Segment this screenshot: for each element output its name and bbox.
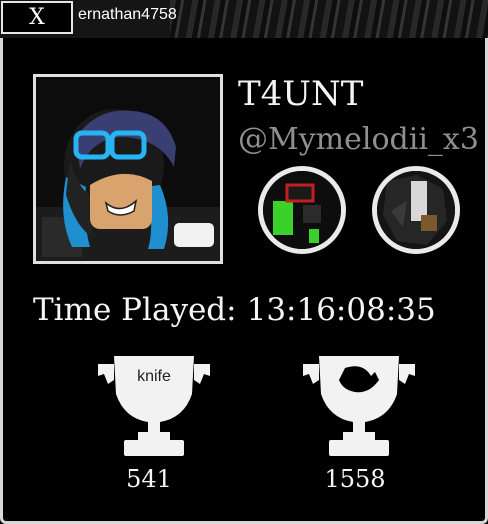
knife-kills-count: 541 (126, 465, 172, 493)
skin-1-image (263, 171, 341, 249)
close-button[interactable]: X (1, 1, 73, 34)
trophy-knife-icon: knife (94, 350, 214, 460)
top-bar-texture (170, 0, 488, 38)
time-played: Time Played: 13:16:08:35 (33, 292, 436, 328)
top-bar-username: ernathan4758 (78, 6, 177, 23)
display-name: T4UNT (238, 74, 364, 114)
skin-2-image (377, 171, 455, 249)
trophy-knife-label: knife (137, 368, 171, 385)
top-bar: X ernathan4758 (0, 0, 488, 38)
equipped-skin-1[interactable] (258, 166, 346, 254)
avatar-image (36, 77, 220, 261)
time-played-label: Time Played: (33, 292, 237, 328)
user-handle: @Mymelodii_x3 (238, 122, 479, 157)
trophy-knife-shape (98, 356, 210, 456)
trophy-gun-shape (303, 356, 415, 456)
gun-kills-count: 1558 (324, 465, 386, 493)
avatar (33, 74, 223, 264)
equipped-skin-2[interactable] (372, 166, 460, 254)
time-played-value: 13:16:08:35 (246, 292, 436, 328)
trophy-gun-icon (299, 350, 419, 460)
